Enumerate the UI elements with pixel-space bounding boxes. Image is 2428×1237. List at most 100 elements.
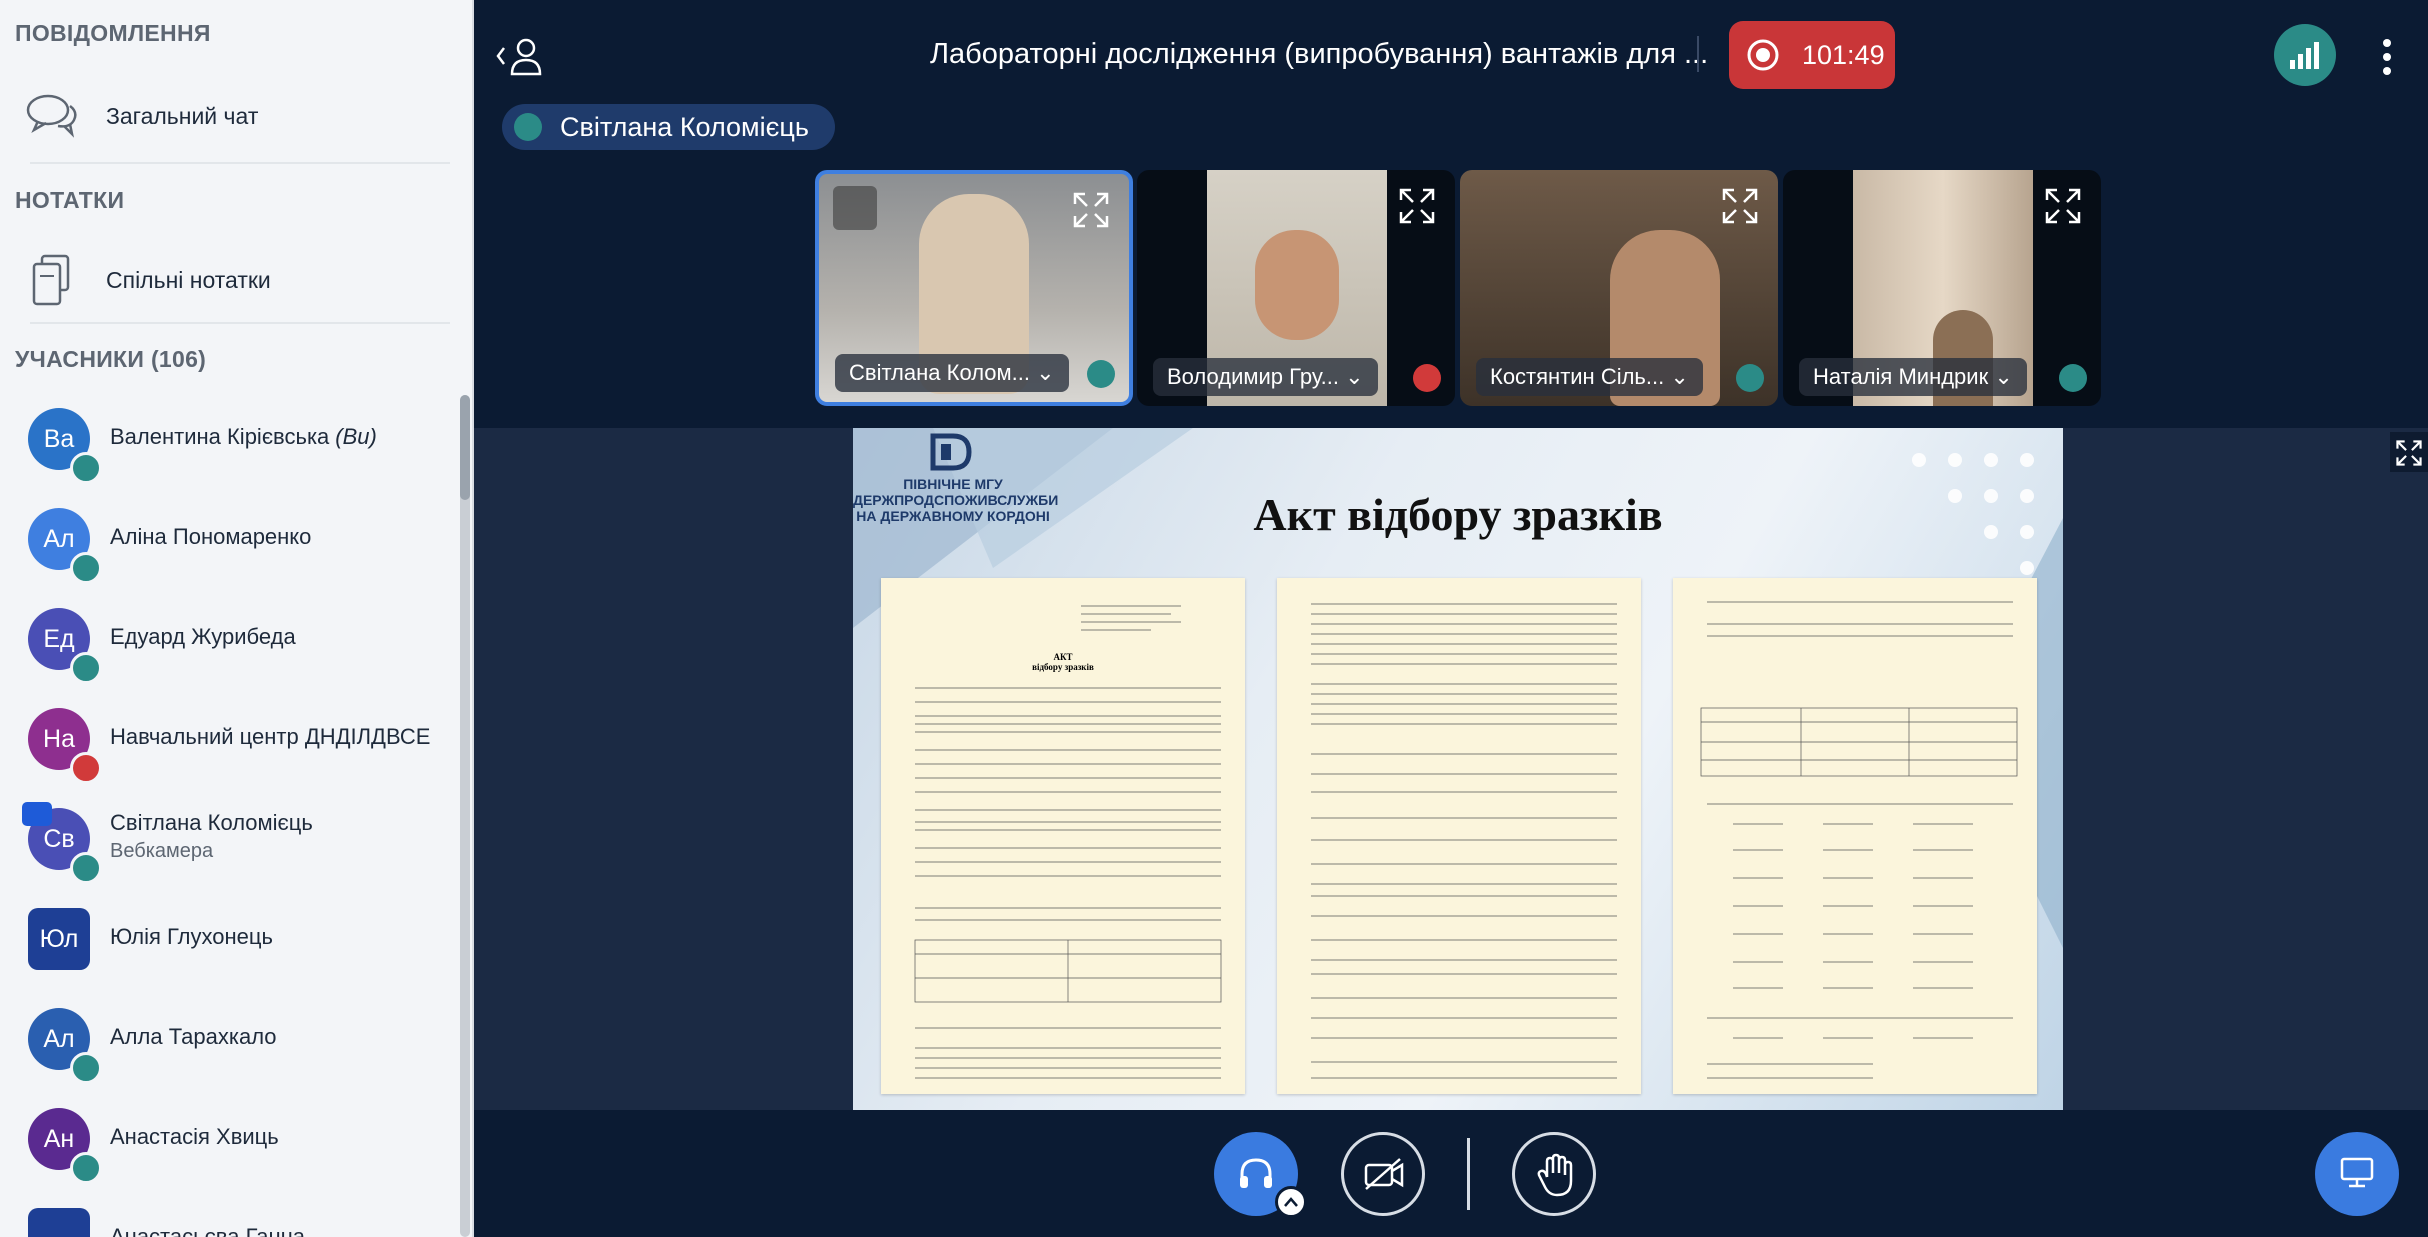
user-list-item[interactable]: Ан Анастасія Хвиць xyxy=(0,1090,455,1190)
public-chat-item[interactable]: Загальний чат xyxy=(0,76,455,156)
divider xyxy=(1697,36,1699,72)
chevron-up-icon xyxy=(1284,1197,1298,1207)
users-section-title: УЧАСНИКИ (106) xyxy=(15,346,206,373)
tile-name: Володимир Гру... ⌄ xyxy=(1153,358,1378,396)
user-name: Анастасьєва Ганна xyxy=(110,1224,305,1237)
user-name-text: Світлана Коломієць xyxy=(110,810,313,835)
user-name: Анастасія Хвиць xyxy=(110,1124,279,1150)
chat-bubbles-icon xyxy=(26,94,77,138)
video-tile[interactable]: Світлана Колом... ⌄ xyxy=(815,170,1133,406)
top-bar: Лабораторні дослідження (випробування) в… xyxy=(474,0,2428,110)
fullscreen-icon[interactable] xyxy=(1399,188,1435,224)
headphones-icon xyxy=(70,452,102,484)
user-name: Юлія Глухонець xyxy=(110,924,273,950)
headphones-icon xyxy=(70,552,102,584)
document-page xyxy=(1673,578,2037,1094)
participant-video xyxy=(1255,230,1339,340)
user-list-item[interactable]: На Навчальний центр ДНДІЛДВСЕ xyxy=(0,690,455,790)
share-screen-button[interactable] xyxy=(2315,1132,2399,1216)
shared-notes-item[interactable]: Спільні нотатки xyxy=(0,240,455,320)
microphone-icon xyxy=(514,113,542,141)
notes-document-icon xyxy=(32,254,70,306)
user-name-text: Юлія Глухонець xyxy=(110,924,273,949)
more-options-icon[interactable] xyxy=(2382,38,2392,76)
meeting-title: Лабораторні дослідження (випробування) в… xyxy=(930,38,1709,70)
user-list-item[interactable]: Ва Валентина Кірієвська (Ви) xyxy=(0,390,455,490)
video-tile[interactable]: Володимир Гру... ⌄ xyxy=(1137,170,1455,406)
user-name: Світлана Коломієць xyxy=(110,810,313,836)
document-form-lines xyxy=(1311,603,1617,1079)
audio-options-chevron[interactable] xyxy=(1275,1186,1307,1218)
divider xyxy=(1467,1138,1470,1210)
current-speaker-indicator: Світлана Коломієць xyxy=(502,104,835,150)
divider xyxy=(30,322,450,324)
sidebar: ПОВІДОМЛЕННЯ Загальний чат НОТАТКИ Спіль… xyxy=(0,0,474,1237)
raise-hand-button[interactable] xyxy=(1512,1132,1596,1216)
document-form-lines xyxy=(914,605,1222,1079)
video-button[interactable] xyxy=(1341,1132,1425,1216)
avatar xyxy=(28,1208,90,1237)
headphones-icon xyxy=(1736,364,1764,392)
user-list-item[interactable]: Св Світлана Коломієць Вебкамера xyxy=(0,790,455,890)
users-title-text: УЧАСНИКИ xyxy=(15,346,145,372)
user-name-text: Навчальний центр ДНДІЛДВСЕ xyxy=(110,724,431,749)
user-status-text: Вебкамера xyxy=(110,840,214,862)
microphone-icon xyxy=(1087,360,1115,388)
connection-status-button[interactable] xyxy=(2274,24,2336,86)
headphones-icon xyxy=(70,652,102,684)
fullscreen-presentation-button[interactable] xyxy=(2390,432,2428,472)
headphones-icon xyxy=(2059,364,2087,392)
hand-icon xyxy=(1537,1153,1573,1197)
user-name-text: Анастасьєва Ганна xyxy=(110,1224,306,1237)
headphones-icon xyxy=(70,1052,102,1084)
signal-bars-icon xyxy=(2290,42,2319,69)
recording-timer: 101:49 xyxy=(1802,40,1885,70)
divider xyxy=(30,162,450,164)
headphones-icon xyxy=(1240,1158,1272,1188)
user-list-item[interactable]: Анастасьєва Ганна xyxy=(0,1190,455,1237)
user-list-item[interactable]: Юл Юлія Глухонець xyxy=(0,890,455,990)
video-tile[interactable]: Наталія Миндрик ⌄ xyxy=(1783,170,2101,406)
user-list-item[interactable]: Ал Алла Тарахкало xyxy=(0,990,455,1090)
fullscreen-icon xyxy=(2396,440,2422,466)
organization-logo xyxy=(930,433,972,471)
messages-section-title: ПОВІДОМЛЕННЯ xyxy=(15,20,211,46)
record-icon xyxy=(1747,39,1779,71)
pin-icon[interactable] xyxy=(833,186,877,230)
users-count: (106) xyxy=(150,346,207,372)
speaker-name: Світлана Коломієць xyxy=(560,112,809,142)
headphones-icon xyxy=(70,1152,102,1184)
user-name-text: Валентина Кірієвська xyxy=(110,424,330,449)
fullscreen-icon[interactable] xyxy=(1073,192,1109,228)
user-name: Навчальний центр ДНДІЛДВСЕ xyxy=(110,724,430,750)
user-list-item[interactable]: Ед Едуард Журибеда xyxy=(0,590,455,690)
document-page: АКТ відбору зразків xyxy=(881,578,1245,1094)
slide-title: Акт відбору зразків xyxy=(1253,489,1663,540)
user-name-text: Алла Тарахкало xyxy=(110,1024,277,1049)
fullscreen-icon[interactable] xyxy=(2045,188,2081,224)
notes-section-title: НОТАТКИ xyxy=(15,187,125,213)
user-list-item[interactable]: Ал Аліна Пономаренко xyxy=(0,490,455,590)
user-name: Едуард Журибеда xyxy=(110,624,296,650)
fullscreen-icon[interactable] xyxy=(1722,188,1758,224)
user-name-text: Аліна Пономаренко xyxy=(110,524,312,549)
presentation-slide: ПІВНІЧНЕ МГУ ДЕРЖПРОДСПОЖИВСЛУЖБИ НА ДЕР… xyxy=(853,428,2063,1110)
muted-microphone-icon xyxy=(1413,364,1441,392)
tile-name: Костянтин Сіль... ⌄ xyxy=(1476,358,1703,396)
camera-off-icon xyxy=(1364,1158,1404,1190)
avatar: Юл xyxy=(28,908,90,970)
document-page xyxy=(1277,578,1641,1094)
user-name-text: Едуард Журибеда xyxy=(110,624,296,649)
scrollbar-track[interactable] xyxy=(460,395,470,1237)
user-name: Аліна Пономаренко xyxy=(110,524,311,550)
toggle-userlist-icon[interactable] xyxy=(496,36,546,76)
scrollbar-thumb[interactable] xyxy=(460,395,470,500)
user-name-text: Анастасія Хвиць xyxy=(110,1124,279,1149)
you-marker: (Ви) xyxy=(335,424,377,449)
shared-notes-label: Спільні нотатки xyxy=(106,266,271,293)
monitor-icon xyxy=(2340,1157,2374,1188)
tile-name: Наталія Миндрик ⌄ xyxy=(1799,358,2027,396)
microphone-icon xyxy=(70,852,102,884)
video-tile[interactable]: Костянтин Сіль... ⌄ xyxy=(1460,170,1778,406)
document-form-lines xyxy=(1700,601,2018,1079)
